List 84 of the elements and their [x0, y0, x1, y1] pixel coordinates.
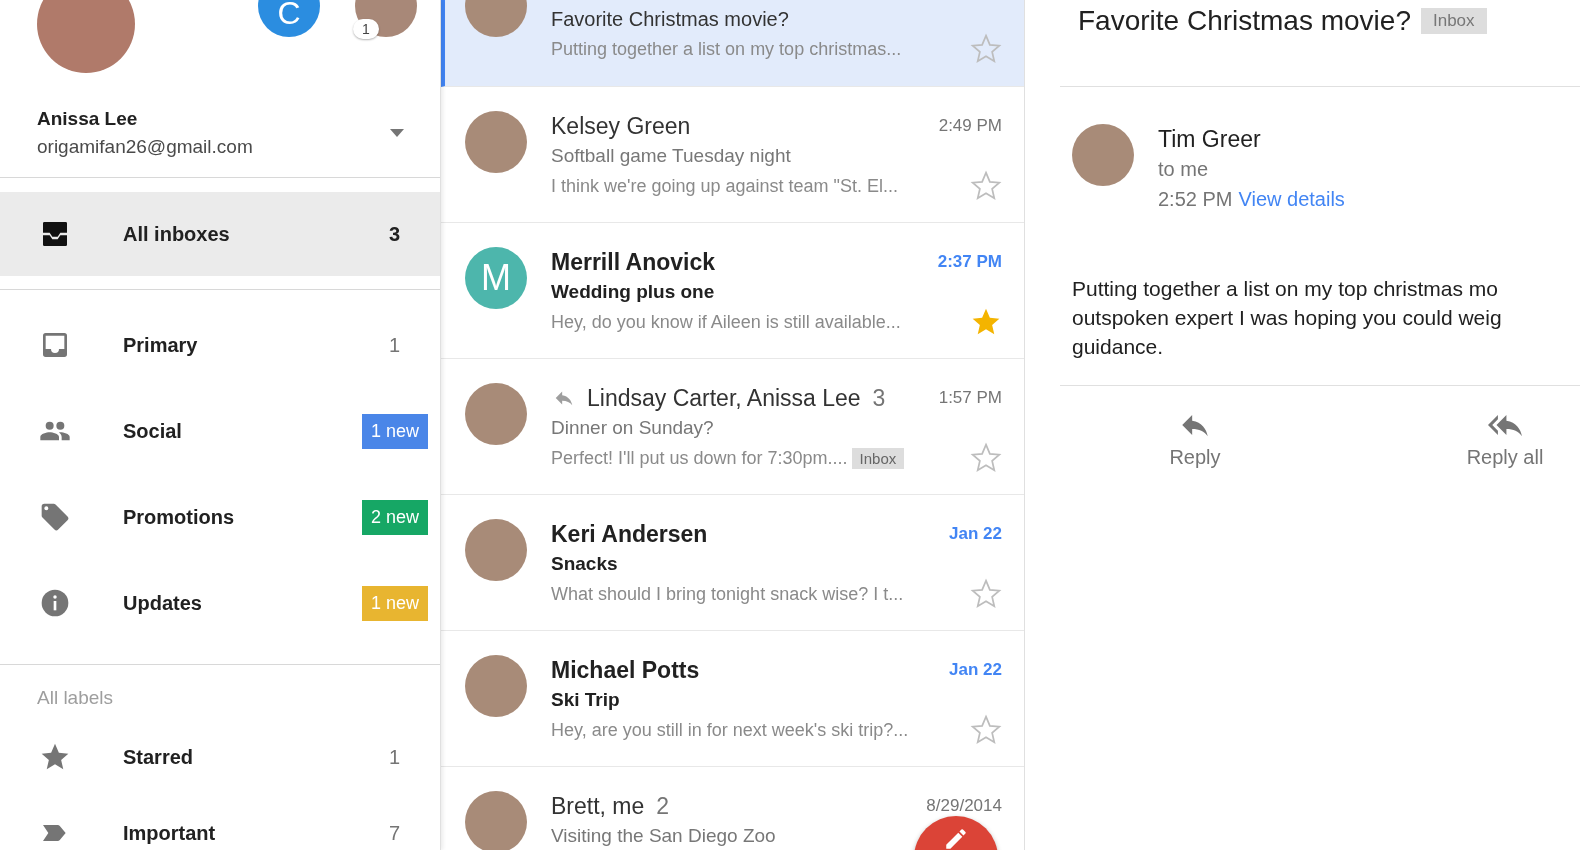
nav-label: Promotions	[123, 505, 236, 529]
email-row[interactable]: M Merrill Anovick 2:37 PM Wedding plus one Hey, do you know if Aileen is still available...	[441, 223, 1024, 359]
label-tag: Inbox	[1421, 8, 1487, 34]
email-preview: Perfect! I'll put us down for 7:30pm....	[551, 447, 848, 469]
nav-label: Primary	[123, 333, 199, 357]
email-preview: Hey, do you know if Aileen is still available...	[551, 311, 901, 333]
email-row[interactable]: Favorite Christmas movie? Putting together a list on my top christmas...	[441, 0, 1024, 87]
new-count-badge: 1 new	[361, 413, 428, 449]
thread-count: 3	[872, 384, 886, 412]
email-subject: Ski Trip	[551, 688, 620, 712]
body-text: Putting together a list on my top christmas mo	[1072, 276, 1500, 302]
avatar-photo-placeholder	[465, 791, 527, 850]
new-count-badge: 1 new	[361, 585, 428, 621]
star-icon[interactable]	[970, 170, 1002, 202]
sender-name: Merrill Anovick	[551, 248, 716, 276]
timestamp: Jan 22	[949, 524, 1002, 544]
email-subject: Dinner on Sunday?	[551, 416, 714, 440]
nav-item[interactable]: Promotions 2 new	[0, 474, 440, 560]
view-details-link[interactable]: View details	[1238, 184, 1345, 214]
sender-name: Michael Potts	[551, 656, 700, 684]
section-heading: All labels	[36, 686, 115, 710]
nav-item[interactable]: Starred 1	[0, 719, 440, 795]
email-preview: I think we're going up against team "St. El...	[551, 175, 898, 197]
nav-item[interactable]: Updates 1 new	[0, 560, 440, 646]
email-subject: Favorite Christmas movie?	[551, 7, 789, 32]
nav-label: Updates	[123, 591, 203, 615]
sender-name: Brett, me	[551, 792, 645, 820]
nav-item[interactable]: Primary 1	[0, 302, 440, 388]
sender-name: Kelsey Green	[551, 112, 691, 140]
nav-item[interactable]: Important 7	[0, 795, 440, 850]
count: 1	[387, 745, 402, 769]
tag-icon	[39, 501, 71, 533]
email-row[interactable]: Michael Potts Jan 22 Ski Trip Hey, are you still in for next week's ski trip?...	[441, 631, 1024, 767]
nav-label: All inboxes	[123, 222, 231, 246]
timestamp: 8/29/2014	[926, 796, 1002, 816]
sender-name: Keri Andersen	[551, 520, 708, 548]
nav-label: Important	[123, 821, 217, 845]
sender-name: Lindsay Carter, Anissa Lee	[587, 384, 861, 412]
account-avatar[interactable]: 1	[355, 0, 417, 37]
recipient: to me	[1158, 157, 1210, 182]
timestamp: Jan 22	[949, 660, 1002, 680]
email-subject: Visiting the San Diego Zoo	[551, 824, 776, 848]
new-count-badge: 2 new	[361, 499, 428, 535]
reply-button[interactable]: Reply	[1120, 408, 1270, 469]
body-text: guidance.	[1072, 334, 1165, 360]
timestamp: 2:52 PM	[1158, 187, 1233, 212]
count: 1	[387, 333, 402, 357]
nav-item[interactable]: All inboxes 3	[0, 192, 440, 276]
email-subject: Wedding plus one	[551, 280, 715, 304]
email-row[interactable]: Keri Andersen Jan 22 Snacks What should I bring tonight snack wise? I t...	[441, 495, 1024, 631]
letter-avatar: M	[465, 247, 527, 309]
dropdown-caret-icon	[390, 129, 404, 137]
pencil-icon	[943, 826, 969, 850]
email-subject: Snacks	[551, 552, 618, 576]
email-title: Favorite Christmas movie?	[1078, 5, 1411, 37]
nav-item[interactable]: Social 1 new	[0, 388, 440, 474]
count: 7	[387, 821, 402, 845]
account-avatar[interactable]: C	[258, 0, 320, 37]
star-icon[interactable]	[970, 714, 1002, 746]
account-email: origamifan26@gmail.com	[37, 135, 254, 159]
email-row[interactable]: Lindsay Carter, Anissa Lee 3 1:57 PM Dinner on Sunday? Perfect! I'll put us down for 7:30pm.... Inbox	[441, 359, 1024, 495]
timestamp: 2:37 PM	[937, 252, 1002, 272]
user-avatar[interactable]	[37, 0, 135, 73]
info-icon	[39, 587, 71, 619]
nav-label: Starred	[123, 745, 195, 769]
account-name: Anissa Lee	[37, 107, 139, 131]
email-row[interactable]: Kelsey Green 2:49 PM Softball game Tuesday night I think we're going up against team "St. El...	[441, 87, 1024, 223]
thread-count: 2	[656, 792, 670, 820]
sender-name: Tim Greer	[1158, 125, 1262, 154]
email-subject: Softball game Tuesday night	[551, 144, 791, 168]
reply-all-button[interactable]: Reply all	[1430, 408, 1580, 469]
label-tag: Inbox	[851, 447, 905, 469]
timestamp: 1:57 PM	[938, 388, 1002, 408]
email-preview: Hey, are you still in for next week's ski trip?...	[551, 719, 909, 741]
count: 3	[387, 222, 402, 246]
nav-label: Social	[123, 419, 183, 443]
star-icon[interactable]	[970, 578, 1002, 610]
star-icon[interactable]	[970, 442, 1002, 474]
timestamp: 2:49 PM	[938, 116, 1002, 136]
body-text: outspoken expert I was hoping you could weig	[1072, 305, 1503, 331]
unread-count-badge: 1	[353, 19, 379, 39]
email-preview: Putting together a list on my top christmas...	[551, 38, 902, 60]
star-icon[interactable]	[970, 33, 1002, 65]
email-preview: What should I bring tonight snack wise? I t...	[551, 583, 904, 605]
